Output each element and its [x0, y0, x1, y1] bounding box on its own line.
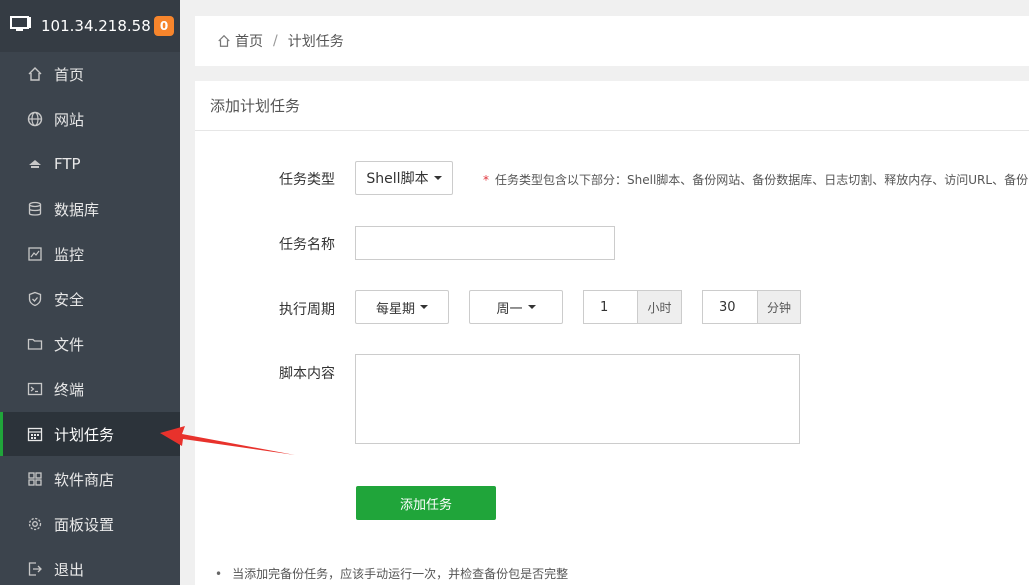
add-task-button[interactable]: 添加任务	[356, 486, 496, 520]
home-icon	[217, 34, 231, 48]
monitor-screen-icon	[10, 15, 32, 37]
breadcrumb: 首页 / 计划任务	[195, 16, 1029, 66]
sidebar-item-settings[interactable]: 面板设置	[0, 502, 180, 546]
sidebar-item-label: 数据库	[54, 200, 100, 219]
script-label: 脚本内容	[279, 366, 335, 382]
hour-unit: 小时	[637, 290, 682, 324]
terminal-icon	[26, 380, 44, 398]
chevron-down-icon	[420, 305, 428, 309]
cycle-value: 每星期	[375, 301, 415, 317]
sidebar-item-website[interactable]: 网站	[0, 97, 180, 141]
monitor-icon	[26, 245, 44, 263]
task-type-select[interactable]: Shell脚本	[355, 161, 453, 195]
add-cron-panel: 添加计划任务 任务类型 Shell脚本 * 任务类型包含以下部分：Shell脚本、…	[195, 81, 1029, 585]
folder-icon	[26, 335, 44, 353]
ftp-icon	[26, 155, 44, 173]
sidebar-item-ftp[interactable]: FTP	[0, 142, 180, 186]
sidebar-item-label: 面板设置	[54, 515, 115, 534]
task-type-label: 任务类型	[279, 172, 335, 188]
chevron-down-icon	[527, 305, 536, 309]
hour-input[interactable]: 1	[583, 290, 638, 324]
task-type-value: Shell脚本	[366, 171, 429, 187]
weekday-value: 周一	[496, 301, 523, 317]
script-textarea[interactable]	[355, 354, 800, 444]
breadcrumb-separator: /	[273, 33, 278, 49]
shield-icon	[26, 290, 44, 308]
task-name-input[interactable]	[355, 226, 615, 260]
sidebar-item-label: 网站	[54, 110, 85, 129]
apps-grid-icon	[26, 470, 44, 488]
sidebar-item-home[interactable]: 首页	[0, 52, 180, 96]
breadcrumb-home-link[interactable]: 首页	[235, 31, 263, 51]
sidebar-item-label: FTP	[54, 155, 81, 173]
sidebar-item-cron[interactable]: 计划任务	[0, 412, 180, 456]
task-type-hint-text: 任务类型包含以下部分：Shell脚本、备份网站、备份数据库、日志切割、释放内存、…	[495, 173, 1029, 187]
sidebar: 101.34.218.58 0 首页 网站 FTP 数据库 监控 安全 文件 终…	[0, 0, 180, 585]
home-icon	[26, 65, 44, 83]
sidebar-item-label: 安全	[54, 290, 85, 309]
minute-unit: 分钟	[757, 290, 801, 324]
sidebar-item-label: 计划任务	[54, 425, 115, 444]
period-label: 执行周期	[279, 302, 335, 318]
calendar-icon	[26, 425, 44, 443]
sidebar-item-app-store[interactable]: 软件商店	[0, 457, 180, 501]
task-name-label: 任务名称	[279, 237, 335, 253]
logout-icon	[26, 560, 44, 578]
sidebar-item-label: 文件	[54, 335, 85, 354]
sidebar-item-label: 退出	[54, 560, 85, 579]
breadcrumb-current: 计划任务	[287, 34, 344, 50]
server-ip: 101.34.218.58	[41, 17, 151, 35]
sidebar-item-database[interactable]: 数据库	[0, 187, 180, 231]
weekday-select[interactable]: 周一	[469, 290, 563, 324]
notification-badge[interactable]: 0	[154, 16, 174, 36]
cycle-select[interactable]: 每星期	[355, 290, 449, 324]
sidebar-item-logout[interactable]: 退出	[0, 547, 180, 585]
sidebar-item-label: 终端	[54, 380, 85, 399]
chevron-down-icon	[433, 176, 442, 180]
backup-note: 当添加完备份任务，应该手动运行一次，并检查备份包是否完整	[215, 565, 568, 582]
sidebar-item-files[interactable]: 文件	[0, 322, 180, 366]
sidebar-item-monitor[interactable]: 监控	[0, 232, 180, 276]
sidebar-item-label: 监控	[54, 245, 85, 264]
sidebar-item-security[interactable]: 安全	[0, 277, 180, 321]
panel-title: 添加计划任务	[195, 81, 1029, 131]
gear-icon	[26, 515, 44, 533]
task-type-hint: * 任务类型包含以下部分：Shell脚本、备份网站、备份数据库、日志切割、释放内存…	[483, 171, 1028, 188]
database-icon	[26, 200, 44, 218]
sidebar-item-label: 首页	[54, 65, 85, 84]
server-header: 101.34.218.58 0	[0, 0, 180, 52]
globe-icon	[26, 110, 44, 128]
sidebar-item-label: 软件商店	[54, 470, 115, 489]
minute-input[interactable]: 30	[702, 290, 758, 324]
required-star: *	[483, 173, 489, 187]
sidebar-item-terminal[interactable]: 终端	[0, 367, 180, 411]
